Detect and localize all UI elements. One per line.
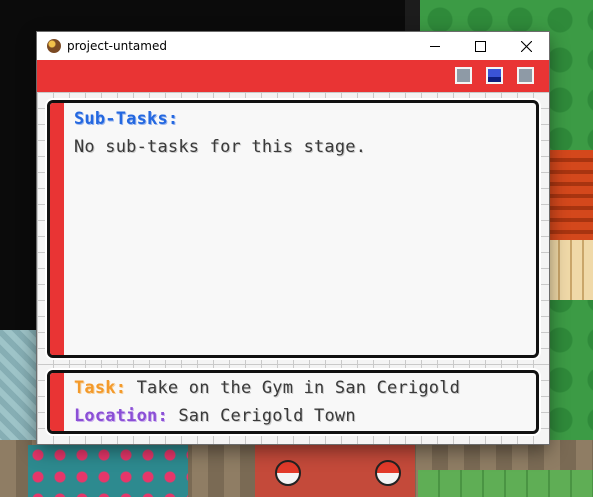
location-label: Location: [74,406,168,426]
toolbar [37,60,549,92]
location-value: San Cerigold Town [178,406,356,426]
toolbar-gray-button[interactable] [455,67,472,84]
location-row: Location: San Cerigold Town [74,406,356,426]
background-grass-tiles [418,470,593,497]
quest-content-area: Sub-Tasks: No sub-tasks for this stage. … [37,92,549,444]
subtasks-empty-message: No sub-tasks for this stage. [74,137,367,157]
background-house-wall [548,240,593,300]
app-icon [47,39,61,53]
toolbar-blue-button[interactable] [486,67,503,84]
close-button[interactable] [503,32,549,60]
minimize-button[interactable] [412,32,458,60]
title-bar[interactable]: project-untamed [37,32,549,60]
window-title: project-untamed [67,39,167,53]
background-flower-bed [28,445,188,497]
subtasks-heading: Sub-Tasks: [74,109,179,129]
panel-accent-bar [50,103,64,355]
close-icon [520,40,532,52]
pokeball-sign-icon [275,460,301,486]
task-label: Task: [74,378,127,398]
background-house-roof [548,150,593,240]
subtasks-panel: Sub-Tasks: No sub-tasks for this stage. [47,100,539,358]
app-window: project-untamed Sub-Tasks: No sub-tasks … [37,32,549,444]
quest-info-panel: Task: Take on the Gym in San Cerigold Lo… [47,370,539,434]
pokeball-sign-icon [375,460,401,486]
toolbar-gray-button-2[interactable] [517,67,534,84]
task-row: Task: Take on the Gym in San Cerigold [74,378,460,398]
panel-accent-bar [50,373,64,431]
task-value: Take on the Gym in San Cerigold [136,378,461,398]
maximize-button[interactable] [457,32,503,60]
